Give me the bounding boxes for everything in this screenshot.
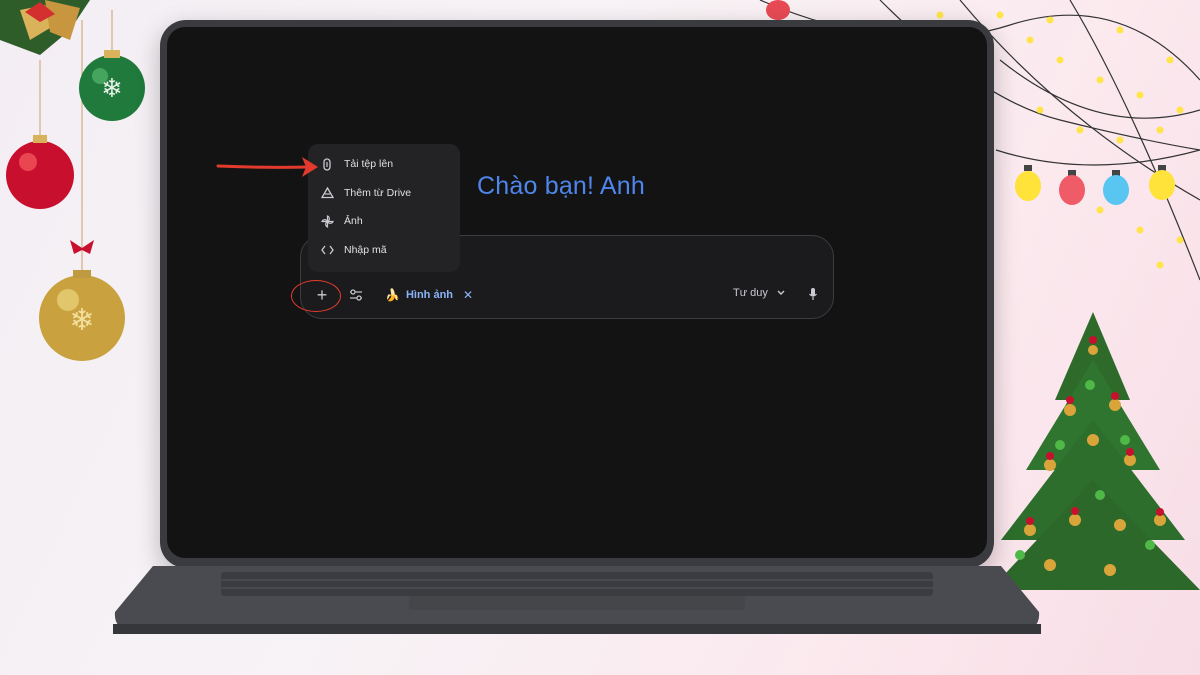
svg-text:❄: ❄	[69, 303, 94, 338]
photos-pinwheel-icon	[320, 214, 334, 228]
menu-item-label: Tải tệp lên	[344, 158, 394, 170]
image-chip-label: Hình ảnh	[405, 289, 454, 301]
laptop-keyboard-base	[113, 566, 1041, 634]
menu-item-label: Nhập mã	[344, 244, 387, 256]
laptop-screen: Chào bạn! Anh + 🍌 Hình ảnh ✕ Tư duy Tải …	[167, 27, 987, 558]
menu-item-upload-file[interactable]: Tải tệp lên	[308, 150, 460, 178]
greeting-title: Chào bạn! Anh	[477, 172, 646, 200]
add-attachment-button[interactable]: +	[309, 283, 335, 309]
image-tool-chip[interactable]: 🍌 Hình ảnh ✕	[385, 286, 473, 304]
mode-dropdown[interactable]: Tư duy	[733, 287, 786, 299]
chip-close-icon[interactable]: ✕	[463, 288, 473, 302]
red-arrow-annotation	[216, 157, 318, 177]
tune-sliders-icon[interactable]	[349, 288, 363, 302]
paperclip-icon	[320, 157, 334, 171]
mode-label: Tư duy	[733, 287, 768, 299]
menu-item-label: Thêm từ Drive	[344, 187, 412, 199]
menu-item-add-from-drive[interactable]: Thêm từ Drive	[308, 179, 460, 207]
menu-item-import-code[interactable]: Nhập mã	[308, 236, 460, 264]
menu-item-photos[interactable]: Ảnh	[308, 207, 460, 235]
banana-icon: 🍌	[385, 288, 400, 302]
code-icon	[320, 243, 334, 257]
menu-item-label: Ảnh	[344, 215, 363, 227]
drive-icon	[320, 186, 334, 200]
chevron-down-icon	[777, 290, 785, 295]
attachment-menu: Tải tệp lên Thêm từ Drive Ảnh Nhập mã	[308, 144, 460, 272]
microphone-icon[interactable]	[807, 287, 819, 301]
